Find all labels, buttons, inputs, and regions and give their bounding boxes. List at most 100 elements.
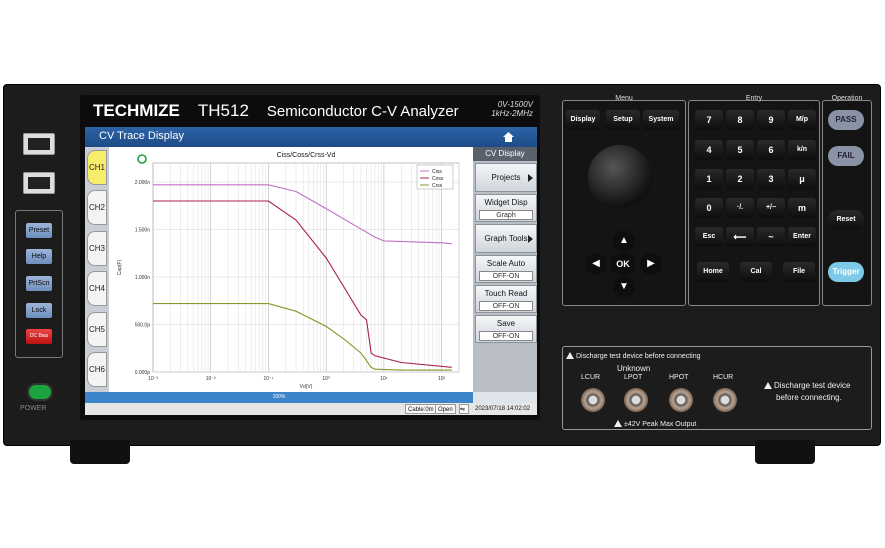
entry-panel-title: Entry (745, 95, 763, 102)
rotary-knob[interactable] (588, 145, 652, 209)
save-button[interactable]: Save OFF-ON (475, 315, 537, 343)
lcd-screen: CV Trace Display CH1 CH2 CH3 CH4 CH5 CH6… (85, 127, 537, 415)
system-button[interactable]: System (643, 110, 679, 130)
brand-bar: TECHMIZE TH512 Semiconductor C-V Analyze… (93, 100, 459, 122)
screen-title: CV Trace Display (99, 130, 184, 142)
lpot-label: LPOT (624, 374, 643, 381)
x-axis-label: Vd(V) (300, 384, 313, 390)
projects-button[interactable]: Projects (475, 163, 537, 192)
touch-read-button[interactable]: Touch Read OFF-ON (475, 285, 537, 313)
lock-button[interactable]: Lock (26, 303, 52, 318)
home-icon[interactable] (502, 130, 515, 143)
key-6[interactable]: 6 (757, 140, 785, 160)
tab-ch5[interactable]: CH5 (87, 312, 107, 347)
x-tick-label: 10⁻² (206, 376, 216, 382)
key-16[interactable]: Esc (695, 227, 723, 247)
trigger-button[interactable]: Trigger (828, 262, 864, 282)
x-tick-label: 10⁻¹ (264, 376, 274, 382)
screen-title-bar: CV Trace Display (85, 127, 537, 147)
x-tick-label: 10⁻³ (148, 376, 158, 382)
cv-chart: 0.000p500.0p1.000n1.500n2.000n10⁻³ 10⁻² 10… (117, 152, 460, 390)
help-button[interactable]: Help (26, 249, 52, 264)
y-tick-label: 1.500n (135, 228, 151, 234)
arrow-up-button[interactable]: ▲ (613, 230, 635, 252)
x-tick-label: 10¹ (380, 376, 388, 382)
arrow-right-button[interactable]: ▶ (640, 253, 662, 275)
tab-ch6[interactable]: CH6 (87, 352, 107, 387)
key-7[interactable]: k/n (788, 140, 816, 160)
key-9[interactable]: 2 (726, 169, 754, 189)
key-5[interactable]: 5 (726, 140, 754, 160)
usb-icon: ⇋ (459, 404, 469, 414)
legend-label-coss: Coss (432, 176, 444, 182)
key-11[interactable]: μ (788, 169, 816, 189)
tab-ch1[interactable]: CH1 (87, 150, 107, 185)
key-20[interactable]: Home (697, 262, 729, 282)
x-tick-label: 10⁰ (322, 376, 330, 382)
arrow-right-icon (528, 235, 533, 243)
operation-panel-title: Operation (831, 95, 863, 102)
key-4[interactable]: 4 (695, 140, 723, 160)
key-21[interactable]: Cal (740, 262, 772, 282)
status-bar: Cable:0m Open ⇋ 2023/07/18 14:02:02 (85, 403, 537, 415)
y-tick-label: 500.0p (135, 323, 151, 329)
open-status: Open (435, 404, 456, 414)
tab-ch3[interactable]: CH3 (87, 231, 107, 266)
key-18[interactable]: ~ (757, 227, 785, 247)
key-8[interactable]: 1 (695, 169, 723, 189)
key-13[interactable]: ·/. (726, 198, 754, 218)
dc-bias-button[interactable]: DC Bias (26, 329, 52, 344)
setup-button[interactable]: Setup (606, 110, 640, 130)
instrument-foot-right (755, 440, 815, 464)
graph-tools-button[interactable]: Graph Tools (475, 224, 537, 253)
key-22[interactable]: File (783, 262, 815, 282)
progress-bar: 100% (85, 392, 473, 403)
key-14[interactable]: +/− (757, 198, 785, 218)
lcur-connector[interactable] (581, 388, 605, 412)
usb-port-1[interactable] (23, 133, 55, 155)
widget-disp-button[interactable]: Widget Disp Graph (475, 194, 537, 222)
key-10[interactable]: 3 (757, 169, 785, 189)
pass-indicator: PASS (828, 110, 864, 130)
tab-ch2[interactable]: CH2 (87, 190, 107, 225)
key-1[interactable]: 8 (726, 110, 754, 130)
bottom-warning: ±42V Peak Max Output (614, 420, 696, 428)
plot-frame (152, 162, 460, 373)
ok-button[interactable]: OK (610, 253, 636, 275)
preset-button[interactable]: Preset (26, 223, 52, 238)
key-19[interactable]: Enter (788, 227, 816, 247)
arrow-left-button[interactable]: ◀ (585, 253, 607, 275)
power-button[interactable] (27, 383, 53, 401)
key-2[interactable]: 9 (757, 110, 785, 130)
display-button[interactable]: Display (566, 110, 600, 130)
key-3[interactable]: M/p (788, 110, 816, 130)
lpot-connector[interactable] (624, 388, 648, 412)
spec-voltage: 0V-1500V (497, 100, 533, 109)
menu-panel-title: Menu (615, 95, 633, 102)
warning-icon (764, 382, 772, 389)
side-menu: CV Display Projects Widget Disp Graph Gra… (473, 147, 537, 392)
scale-auto-button[interactable]: Scale Auto OFF-ON (475, 255, 537, 283)
power-label: POWER (20, 405, 47, 412)
tab-ch4[interactable]: CH4 (87, 271, 107, 306)
key-12[interactable]: 0 (695, 198, 723, 218)
hpot-connector[interactable] (669, 388, 693, 412)
left-button-panel: Preset Help PrtScn Lock DC Bias (15, 210, 63, 358)
y-tick-label: 2.000n (135, 180, 151, 186)
cable-status: Cable:0m (405, 404, 437, 414)
prtscn-button[interactable]: PrtScn (26, 276, 52, 291)
spec-frequency: 1kHz-2MHz (491, 109, 533, 118)
refresh-icon[interactable] (137, 154, 147, 164)
model-name: TH512 (197, 101, 249, 120)
datetime: 2023/07/18 14:02:02 (475, 406, 531, 412)
arrow-down-button[interactable]: ▼ (613, 276, 635, 298)
reset-button[interactable]: Reset (828, 210, 864, 230)
cv-chart-area: 0.000p 500.0p 1.000n 1.500n 2.000n 10⁻³ 10⁻² 10… (109, 147, 473, 392)
key-17[interactable]: ⟵ (726, 227, 754, 247)
hcur-label: HCUR (713, 374, 734, 381)
key-15[interactable]: m (788, 198, 816, 218)
brand-logo: TECHMIZE (93, 101, 180, 120)
key-0[interactable]: 7 (695, 110, 723, 130)
usb-port-2[interactable] (23, 172, 55, 194)
hcur-connector[interactable] (713, 388, 737, 412)
